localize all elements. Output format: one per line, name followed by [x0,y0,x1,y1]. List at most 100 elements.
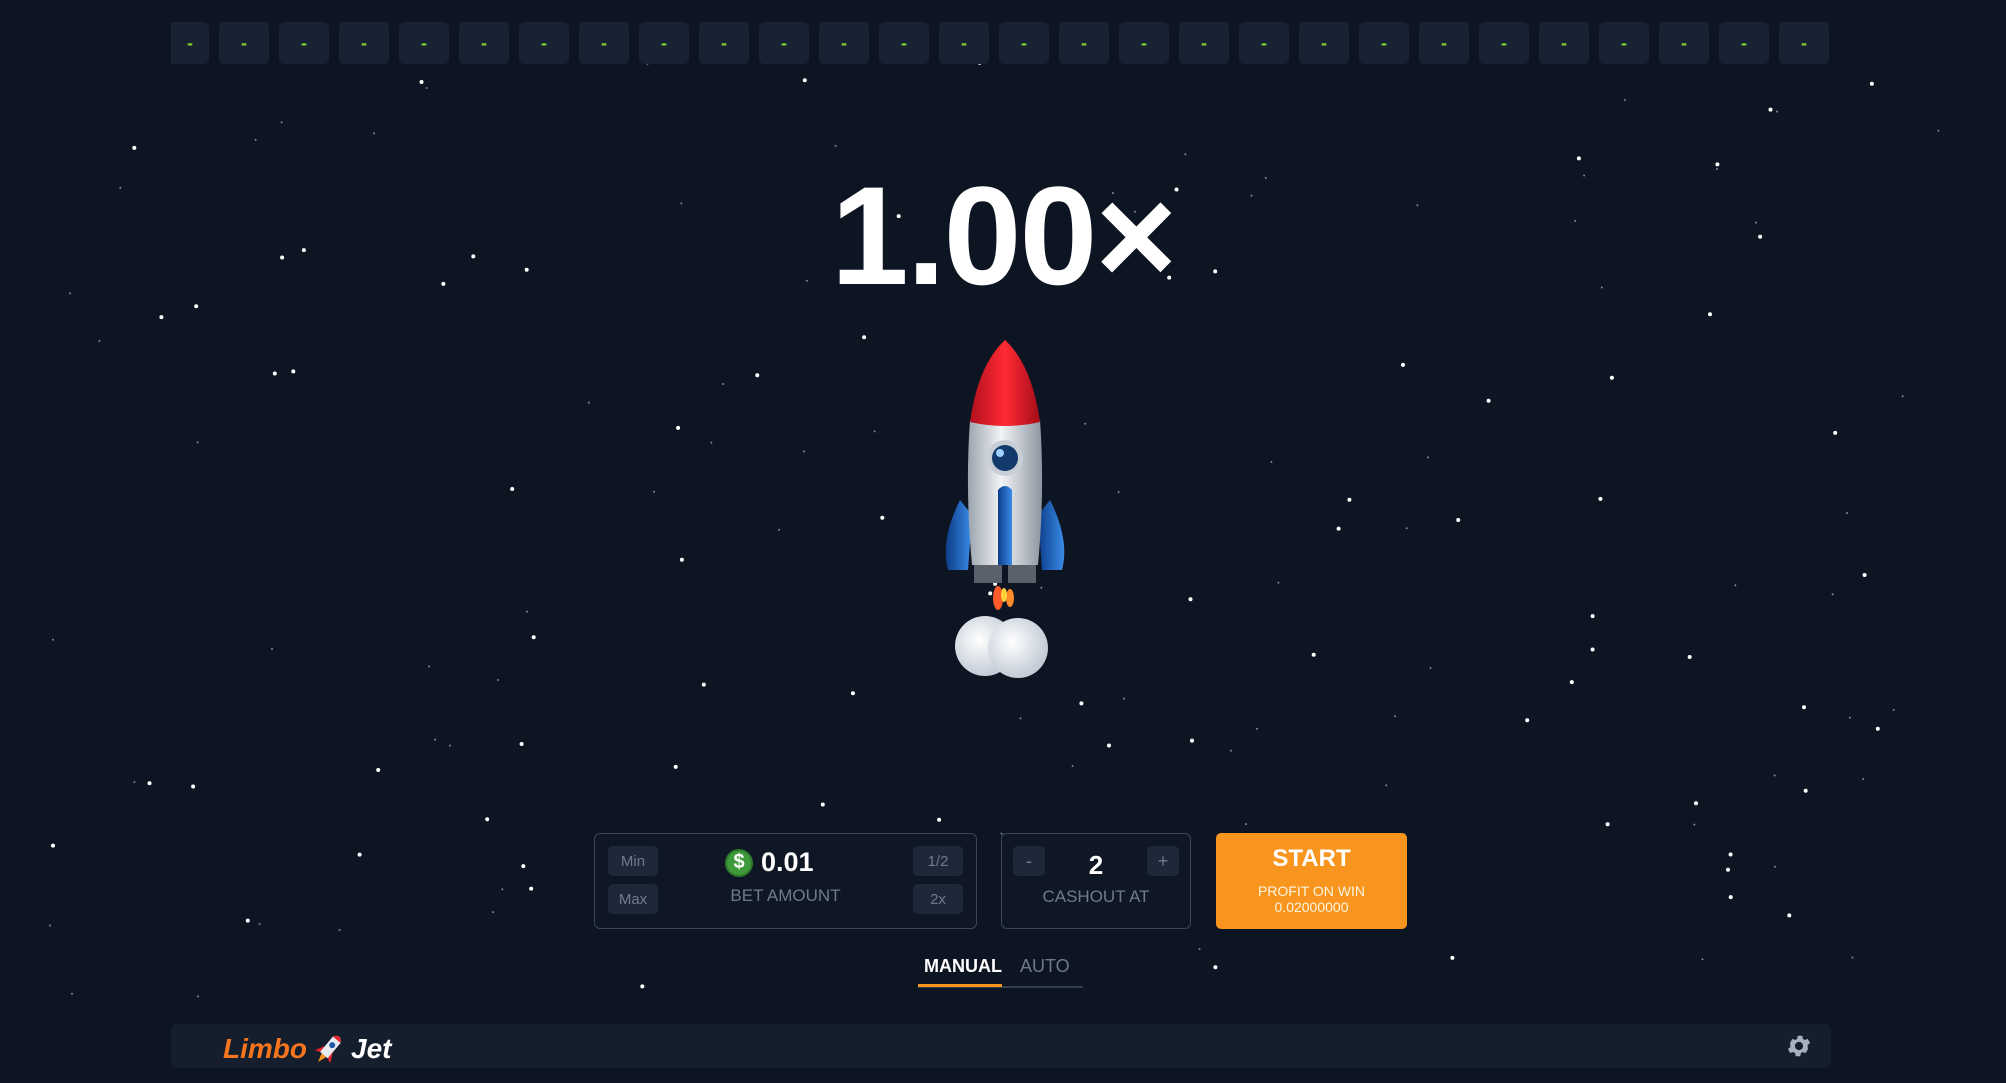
history-chip: - [939,22,989,64]
star [1190,738,1194,743]
star [357,852,362,857]
star [1336,526,1341,531]
star [521,864,526,869]
star [873,430,876,433]
star [1456,518,1461,522]
star [271,648,273,650]
star [1270,460,1273,463]
star [1198,948,1201,950]
history-chip: - [579,22,629,64]
star [1776,110,1778,113]
star [1385,784,1388,787]
star [673,764,678,769]
star [1525,718,1530,723]
history-chip: - [1119,22,1169,64]
history-bar: ---------------------------- [171,22,1831,64]
cashout-label: CASHOUT AT [1042,887,1150,906]
star [272,371,277,376]
star [1071,765,1074,767]
star [501,888,504,891]
history-chip: - [639,22,689,64]
settings-gear-icon[interactable] [1785,1032,1813,1060]
star [778,528,781,531]
star [850,691,855,696]
bet-value[interactable]: $ 0.01 [725,847,814,878]
star [428,665,431,668]
star [1937,129,1940,132]
star [245,918,250,923]
star [373,132,375,135]
star [1245,823,1247,826]
star [676,425,681,430]
star [133,781,136,784]
history-chip: - [219,22,269,64]
star [1598,496,1603,501]
star [1019,717,1022,720]
star [1694,801,1698,806]
star [1862,573,1867,577]
tab-auto[interactable]: AUTO [1020,956,1070,977]
star [1401,362,1405,367]
history-chip: - [759,22,809,64]
star [1107,743,1111,748]
min-bet-button[interactable]: Min [608,846,658,876]
star [710,441,713,444]
star [820,802,825,807]
star [258,922,261,925]
history-chip: - [1779,22,1829,64]
cashout-panel: - 2 + CASHOUT AT [1001,833,1191,929]
star [1802,705,1806,710]
cashout-increase-button[interactable]: + [1147,846,1179,876]
star [1188,597,1193,602]
double-bet-button[interactable]: 2x [913,884,963,914]
star [376,768,381,772]
history-chip: - [339,22,389,64]
start-button[interactable]: START PROFIT ON WIN 0.02000000 [1216,833,1407,929]
history-chip: - [1299,22,1349,64]
star [1117,491,1120,494]
half-bet-button[interactable]: 1/2 [913,846,963,876]
star [937,817,942,822]
bet-amount-value[interactable]: 0.01 [761,847,814,878]
logo-limbo-text: Limbo [223,1033,307,1064]
history-chip: - [1659,22,1709,64]
star [1869,81,1874,86]
star [1123,697,1125,700]
star [519,742,524,746]
star [834,144,837,147]
star [197,995,199,998]
star [1429,666,1432,669]
star [191,784,196,789]
history-chip: - [171,22,209,64]
star [1079,701,1084,706]
history-chip: - [279,22,329,64]
star [338,929,341,931]
tab-manual[interactable]: MANUAL [924,956,1002,977]
star [49,924,52,927]
star [1862,778,1865,780]
star [291,369,296,374]
star [496,679,499,681]
history-chip: - [1359,22,1409,64]
active-tab-indicator [918,984,1002,987]
star [679,557,684,562]
star [1590,647,1595,652]
star [526,610,529,613]
star [1728,895,1733,900]
star [1892,708,1895,711]
star [722,383,724,385]
star [1875,726,1880,731]
history-chip: - [1419,22,1469,64]
history-chip: - [879,22,929,64]
history-chip: - [519,22,569,64]
star [1768,107,1773,112]
star [492,911,495,914]
star [587,401,590,404]
star [701,682,706,687]
star [1605,822,1610,827]
star [529,886,534,891]
star [434,738,437,741]
history-chip: - [1179,22,1229,64]
star [755,373,760,378]
profit-on-win-label: PROFIT ON WIN [1257,883,1366,899]
